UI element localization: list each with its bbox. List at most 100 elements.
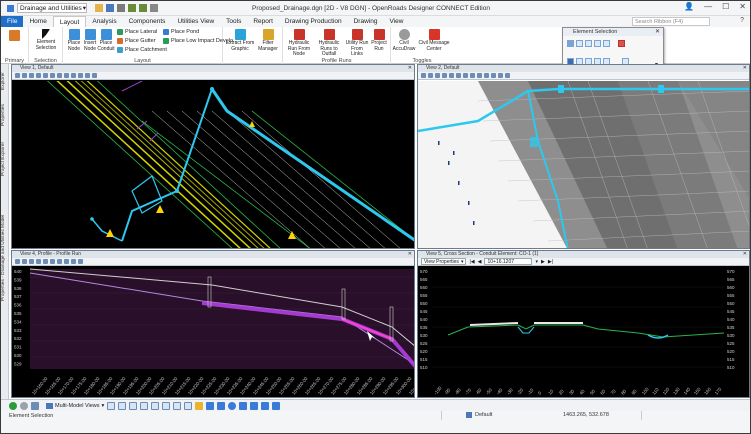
view-7-button[interactable] bbox=[173, 401, 182, 410]
zoom-out-icon[interactable] bbox=[442, 73, 447, 78]
forward-icon[interactable] bbox=[20, 401, 28, 410]
block-select-icon[interactable] bbox=[576, 40, 583, 47]
arc-tool-icon[interactable] bbox=[239, 401, 248, 410]
zoom-in-icon[interactable] bbox=[435, 73, 440, 78]
workspace-selector[interactable]: Drainage and Utilities ▾ bbox=[7, 3, 87, 13]
place-lateral-button[interactable]: Place Lateral bbox=[117, 29, 157, 35]
hydraulic-run-from-node-button[interactable]: Hydraulic Run From Node bbox=[285, 29, 313, 58]
display-style-icon[interactable] bbox=[78, 259, 83, 264]
civil-message-center-button[interactable]: Civil Message Center bbox=[417, 29, 451, 52]
station-dropdown-icon[interactable]: ▾ bbox=[535, 259, 538, 265]
tab-drawing[interactable]: Drawing bbox=[348, 16, 384, 27]
zoom-out-icon[interactable] bbox=[36, 259, 41, 264]
view-next-icon[interactable] bbox=[78, 73, 83, 78]
side-tab-project-explorer[interactable]: Project Explorer bbox=[1, 134, 9, 184]
side-tab-model-properties[interactable]: Properties - Drainage and Utilities Mode… bbox=[1, 188, 9, 328]
rotate-view-icon[interactable] bbox=[57, 73, 62, 78]
place-conduit-button[interactable]: Place Conduit bbox=[97, 29, 115, 52]
extract-from-graphic-button[interactable]: Extract From Graphic bbox=[225, 29, 255, 52]
tab-file[interactable]: File bbox=[1, 16, 24, 27]
view-next-icon[interactable] bbox=[71, 259, 76, 264]
lasso-select-icon[interactable] bbox=[603, 40, 610, 47]
place-node-button[interactable]: Place Node bbox=[67, 29, 81, 52]
close-icon[interactable]: ✕ bbox=[743, 65, 747, 72]
view-2-button[interactable] bbox=[118, 401, 127, 410]
view-5-cross-section[interactable]: View 5, Cross Section - Conduit Element:… bbox=[417, 250, 750, 398]
close-icon[interactable]: ✕ bbox=[655, 28, 660, 36]
settings-icon[interactable] bbox=[150, 4, 158, 12]
back-icon[interactable] bbox=[9, 401, 17, 410]
level-display-icon[interactable] bbox=[428, 73, 433, 78]
tab-report[interactable]: Report bbox=[247, 16, 279, 27]
view-previous-icon[interactable] bbox=[484, 73, 489, 78]
primary-tools-button[interactable] bbox=[9, 30, 20, 42]
circle-tool-icon[interactable] bbox=[228, 401, 237, 410]
side-tab-properties[interactable]: Properties bbox=[1, 98, 9, 132]
utility-run-from-links-button[interactable]: Utility Run From Links bbox=[345, 29, 369, 58]
help-icon[interactable]: ? bbox=[740, 17, 744, 24]
walk-icon[interactable] bbox=[477, 73, 482, 78]
filter-manager-button[interactable]: Filter Manager bbox=[256, 29, 280, 52]
3d-canvas[interactable] bbox=[418, 81, 750, 249]
close-icon[interactable]: ✕ bbox=[743, 251, 747, 258]
delete-tool-icon[interactable] bbox=[261, 401, 270, 410]
view-3-button[interactable] bbox=[129, 401, 138, 410]
measure-tool-icon[interactable] bbox=[272, 401, 281, 410]
view-2-3d[interactable]: View 2, Default ✕ bbox=[417, 64, 750, 249]
window-area-icon[interactable] bbox=[449, 73, 454, 78]
deselect-icon[interactable] bbox=[618, 40, 625, 47]
multi-model-views-dropdown[interactable]: Multi-Model Views ▾ bbox=[46, 402, 104, 409]
tab-layout[interactable]: Layout bbox=[52, 16, 87, 27]
place-catchment-button[interactable]: Place Catchment bbox=[117, 47, 167, 53]
station-input[interactable]: 10+16.1207 bbox=[484, 258, 533, 265]
display-style-icon[interactable] bbox=[505, 73, 510, 78]
rotate-tool-icon[interactable] bbox=[250, 401, 259, 410]
tab-tools[interactable]: Tools bbox=[220, 16, 247, 27]
insert-node-button[interactable]: Insert Node bbox=[83, 29, 97, 52]
maximize-button[interactable]: ☐ bbox=[722, 2, 729, 11]
view-1-button[interactable] bbox=[107, 401, 116, 410]
view-groups-icon[interactable] bbox=[31, 401, 39, 410]
tab-drawing-production[interactable]: Drawing Production bbox=[279, 16, 348, 27]
view-next-icon[interactable] bbox=[491, 73, 496, 78]
line-tool-icon[interactable] bbox=[217, 401, 226, 410]
project-run-button[interactable]: Project Run bbox=[370, 29, 388, 52]
line-select-icon[interactable] bbox=[594, 40, 601, 47]
prev-station-icon[interactable]: ◀ bbox=[478, 259, 482, 265]
tab-utilities-view[interactable]: Utilities View bbox=[171, 16, 220, 27]
view-4-profile[interactable]: View 4, Profile - Profile Run ✕ 540 539 538… bbox=[11, 250, 415, 398]
element-selection-button[interactable]: Element Selection bbox=[32, 29, 60, 51]
view-properties-dropdown[interactable]: View Properties ▾ bbox=[421, 258, 467, 265]
side-tab-explorer[interactable]: Explorer bbox=[1, 66, 9, 96]
hydraulic-runs-to-outfall-button[interactable]: Hydraulic Runs to Outfall bbox=[315, 29, 343, 58]
fit-view-icon[interactable] bbox=[50, 259, 55, 264]
place-pond-button[interactable]: Place Pond bbox=[163, 29, 199, 35]
last-station-icon[interactable]: ▶| bbox=[548, 259, 553, 265]
window-area-icon[interactable] bbox=[43, 73, 48, 78]
next-station-icon[interactable]: ▶ bbox=[541, 259, 545, 265]
zoom-in-icon[interactable] bbox=[29, 73, 34, 78]
tab-analysis[interactable]: Analysis bbox=[86, 16, 122, 27]
civil-accudraw-button[interactable]: Civil AccuDraw bbox=[393, 29, 415, 52]
user-icon[interactable]: 👤 bbox=[684, 2, 694, 11]
camera-icon[interactable] bbox=[498, 73, 503, 78]
pan-view-icon[interactable] bbox=[64, 73, 69, 78]
redo-icon[interactable] bbox=[139, 4, 147, 12]
view-1-plan[interactable]: View 1, Default ✕ bbox=[11, 64, 415, 249]
display-style-icon[interactable] bbox=[92, 73, 97, 78]
individual-select-icon[interactable] bbox=[567, 40, 574, 47]
view-attributes-icon[interactable] bbox=[421, 73, 426, 78]
pan-view-icon[interactable] bbox=[470, 73, 475, 78]
save-icon[interactable] bbox=[106, 4, 114, 12]
cross-section-canvas[interactable]: 570565560555550545540535530525520515510 … bbox=[418, 267, 750, 398]
tab-components[interactable]: Components bbox=[123, 16, 172, 27]
accusnap-icon[interactable] bbox=[195, 401, 204, 410]
view-previous-icon[interactable] bbox=[71, 73, 76, 78]
fit-view-icon[interactable] bbox=[50, 73, 55, 78]
undo-icon[interactable] bbox=[128, 4, 136, 12]
level-display-icon[interactable] bbox=[22, 259, 27, 264]
profile-canvas[interactable]: 540539538537536535534533532531530529 10+… bbox=[12, 267, 415, 398]
view-attributes-icon[interactable] bbox=[15, 259, 20, 264]
zoom-out-icon[interactable] bbox=[36, 73, 41, 78]
first-station-icon[interactable]: |◀ bbox=[469, 259, 474, 265]
